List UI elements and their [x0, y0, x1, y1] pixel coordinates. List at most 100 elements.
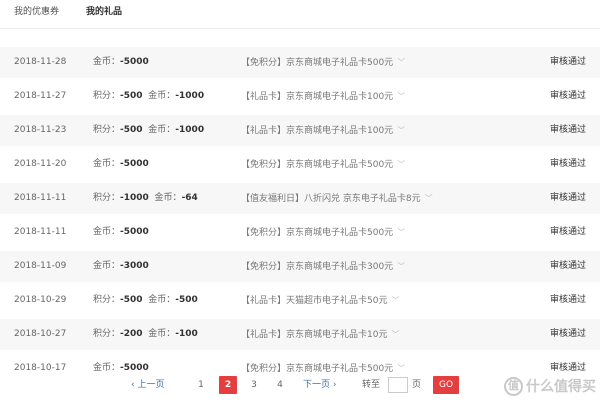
- go-button[interactable]: GO: [433, 376, 459, 394]
- list-item: 2018-10-27 积分：-200 金币：-100 【礼品卡】京东商城电子礼品卡1…: [0, 319, 600, 353]
- status-badge: 审核通过: [549, 227, 586, 237]
- cost-cell: 积分：-1000 金币：-64: [93, 183, 198, 214]
- points-label: 积分：: [93, 91, 121, 101]
- list-item: 2018-11-28 金币：-5000 【免积分】京东商城电子礼品卡500元 ﹀ 审核通…: [0, 47, 600, 81]
- coins-value: -1000: [175, 91, 205, 101]
- gift-name-link[interactable]: 【值友福利日】八折闪兑 京东电子礼品卡8元 ﹀: [241, 183, 433, 215]
- coins-label: 金币：: [148, 295, 176, 305]
- gift-name-link[interactable]: 【免积分】京东商城电子礼品卡500元 ﹀: [241, 149, 405, 181]
- watermark-logo: 值什么值得买: [504, 376, 596, 396]
- gift-name-link[interactable]: 【礼品卡】京东商城电子礼品卡10元 ﹀: [241, 319, 399, 351]
- page-unit-label: 页: [412, 380, 422, 390]
- page-link-4[interactable]: 4: [273, 375, 287, 395]
- points-value: -500: [120, 295, 143, 305]
- points-label: 积分：: [93, 125, 121, 135]
- coins-label: 金币：: [148, 329, 176, 339]
- list-item: 2018-11-09 金币：-3000 【免积分】京东商城电子礼品卡300元 ﹀ 审核通…: [0, 251, 600, 285]
- redeem-date: 2018-10-29: [14, 295, 67, 305]
- logo-icon: 值: [504, 377, 523, 396]
- chevron-down-icon[interactable]: ﹀: [397, 126, 405, 135]
- page-jump-input[interactable]: [388, 377, 408, 393]
- coins-label: 金币：: [93, 363, 121, 373]
- status-badge: 审核通过: [549, 57, 586, 67]
- gift-name: 【礼品卡】京东商城电子礼品卡100元: [241, 126, 394, 136]
- gift-name-link[interactable]: 【礼品卡】天猫超市电子礼品卡50元 ﹀: [241, 285, 399, 317]
- points-label: 积分：: [93, 329, 121, 339]
- chevron-down-icon[interactable]: ﹀: [397, 228, 405, 237]
- list-item: 2018-11-23 积分：-500 金币：-1000 【礼品卡】京东商城电子礼品卡…: [0, 115, 600, 149]
- coins-label: 金币：: [148, 125, 176, 135]
- cost-cell: 金币：-5000: [93, 47, 149, 78]
- gift-name: 【免积分】京东商城电子礼品卡500元: [241, 364, 394, 374]
- status-badge: 审核通过: [549, 295, 586, 305]
- chevron-down-icon[interactable]: ﹀: [397, 262, 405, 271]
- gift-name-link[interactable]: 【免积分】京东商城电子礼品卡300元 ﹀: [241, 251, 405, 283]
- gift-name: 【免积分】京东商城电子礼品卡500元: [241, 58, 394, 68]
- goto-label: 转至: [362, 380, 381, 390]
- status-badge: 审核通过: [549, 193, 586, 203]
- redeem-date: 2018-11-09: [14, 261, 67, 271]
- chevron-down-icon[interactable]: ﹀: [391, 330, 399, 339]
- cost-cell: 金币：-3000: [93, 251, 149, 282]
- coins-label: 金币：: [93, 227, 121, 237]
- page-link-1[interactable]: 1: [194, 375, 208, 395]
- coins-value: -5000: [120, 363, 149, 373]
- tab-my-coupons[interactable]: 我的优惠券: [14, 4, 59, 17]
- cost-cell: 积分：-200 金币：-100: [93, 319, 198, 350]
- coins-value: -5000: [120, 227, 149, 237]
- points-value: -500: [120, 125, 143, 135]
- redeem-date: 2018-11-11: [14, 227, 67, 237]
- gift-name-link[interactable]: 【免积分】京东商城电子礼品卡500元 ﹀: [241, 217, 405, 249]
- coins-value: -5000: [120, 57, 149, 67]
- coins-value: -1000: [175, 125, 205, 135]
- list-item: 2018-11-27 积分：-500 金币：-1000 【礼品卡】京东商城电子礼品卡…: [0, 81, 600, 115]
- page-link-2-current[interactable]: 2: [219, 376, 237, 394]
- chevron-down-icon[interactable]: ﹀: [391, 296, 399, 305]
- gift-name: 【礼品卡】天猫超市电子礼品卡50元: [241, 296, 388, 306]
- redeem-date: 2018-11-20: [14, 159, 67, 169]
- points-label: 积分：: [93, 193, 121, 203]
- cost-cell: 金币：-5000: [93, 217, 149, 248]
- coins-label: 金币：: [93, 57, 121, 67]
- gift-name: 【礼品卡】京东商城电子礼品卡100元: [241, 92, 394, 102]
- status-badge: 审核通过: [549, 91, 586, 101]
- chevron-down-icon[interactable]: ﹀: [397, 160, 405, 169]
- chevron-down-icon[interactable]: ﹀: [397, 58, 405, 67]
- cost-cell: 积分：-500 金币：-1000: [93, 81, 204, 112]
- gift-name: 【免积分】京东商城电子礼品卡500元: [241, 228, 394, 238]
- page-link-3[interactable]: 3: [247, 375, 261, 395]
- redeem-date: 2018-11-28: [14, 57, 67, 67]
- coins-value: -64: [181, 193, 198, 203]
- list-item: 2018-10-29 积分：-500 金币：-500 【礼品卡】天猫超市电子礼品卡5…: [0, 285, 600, 319]
- coins-label: 金币：: [93, 159, 121, 169]
- coins-value: -100: [175, 329, 198, 339]
- gift-name: 【免积分】京东商城电子礼品卡500元: [241, 160, 394, 170]
- chevron-down-icon[interactable]: ﹀: [397, 92, 405, 101]
- gift-name: 【免积分】京东商城电子礼品卡300元: [241, 262, 394, 272]
- redeem-date: 2018-11-27: [14, 91, 67, 101]
- status-badge: 审核通过: [549, 159, 586, 169]
- coins-label: 金币：: [154, 193, 182, 203]
- chevron-down-icon[interactable]: ﹀: [397, 364, 405, 373]
- points-label: 积分：: [93, 295, 121, 305]
- coins-value: -500: [175, 295, 198, 305]
- points-value: -1000: [120, 193, 149, 203]
- gift-name-link[interactable]: 【礼品卡】京东商城电子礼品卡100元 ﹀: [241, 115, 405, 147]
- coins-label: 金币：: [148, 91, 176, 101]
- list-item: 2018-11-11 积分：-1000 金币：-64 【值友福利日】八折闪兑 京东电…: [0, 183, 600, 217]
- gift-name-link[interactable]: 【免积分】京东商城电子礼品卡500元 ﹀: [241, 47, 405, 79]
- status-badge: 审核通过: [549, 329, 586, 339]
- gift-name: 【值友福利日】八折闪兑 京东电子礼品卡8元: [241, 194, 421, 204]
- coins-value: -3000: [120, 261, 149, 271]
- status-badge: 审核通过: [549, 125, 586, 135]
- gift-name-link[interactable]: 【礼品卡】京东商城电子礼品卡100元 ﹀: [241, 81, 405, 113]
- tab-my-gifts[interactable]: 我的礼品: [86, 4, 122, 17]
- gift-list: 2018-11-28 金币：-5000 【免积分】京东商城电子礼品卡500元 ﹀ 审核通…: [0, 47, 600, 387]
- coins-value: -5000: [120, 159, 149, 169]
- next-page-link[interactable]: 下一页 ›: [303, 375, 336, 395]
- redeem-date: 2018-10-27: [14, 329, 67, 339]
- prev-page-link[interactable]: ‹ 上一页: [131, 375, 164, 395]
- chevron-down-icon[interactable]: ﹀: [425, 194, 433, 203]
- cost-cell: 积分：-500 金币：-1000: [93, 115, 204, 146]
- coins-label: 金币：: [93, 261, 121, 271]
